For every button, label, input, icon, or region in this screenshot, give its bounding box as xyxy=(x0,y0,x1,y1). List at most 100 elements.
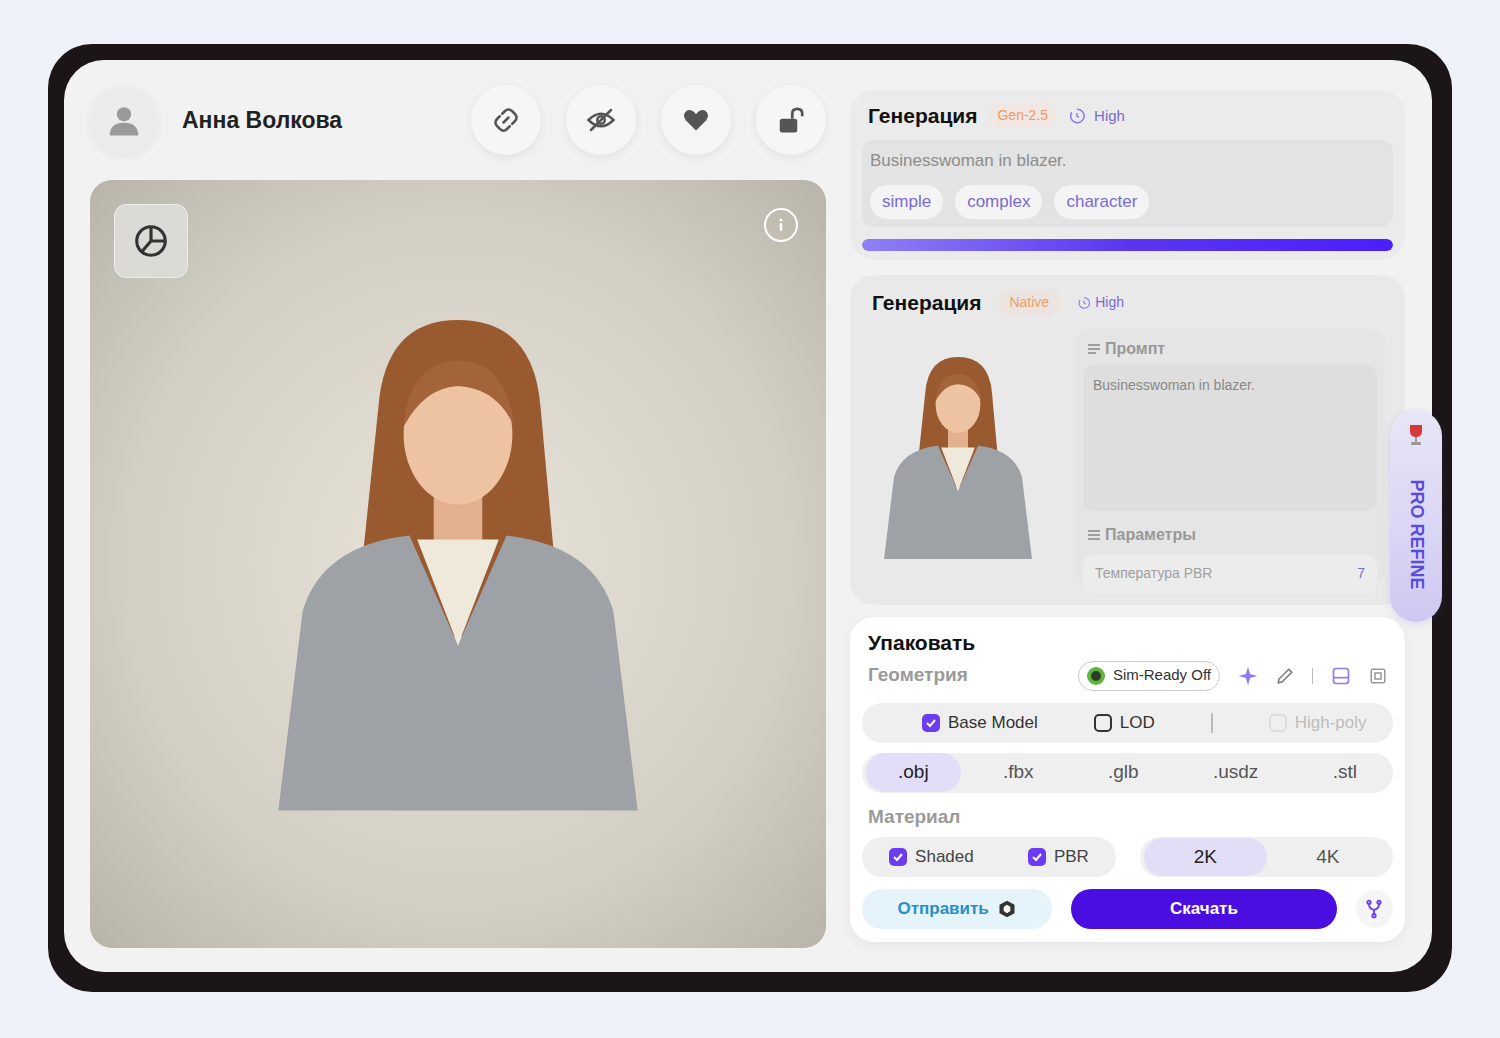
prompt-chip[interactable]: character xyxy=(1054,185,1149,219)
sliders-icon xyxy=(1087,528,1101,542)
right-column: Генерация Gen-2.5 High Businesswoman in bla… xyxy=(850,85,1405,972)
sim-ready-toggle[interactable]: Sim-Ready Off xyxy=(1078,661,1220,691)
geometry-label: Геометрия xyxy=(868,661,968,690)
info-button[interactable] xyxy=(764,208,798,242)
geometry-tools xyxy=(1238,666,1387,686)
pro-refine-label-wrap: PRO REFINE xyxy=(1361,446,1471,622)
prompt-box[interactable]: Businesswoman in blazer. simple complex cha… xyxy=(862,140,1393,227)
geometry-option-label: High-poly xyxy=(1295,710,1367,736)
checkbox[interactable] xyxy=(889,848,907,866)
prompt-chip[interactable]: simple xyxy=(870,185,943,219)
info-icon xyxy=(773,217,789,233)
material-option[interactable]: PBR xyxy=(1028,844,1089,870)
format-option[interactable]: .obj xyxy=(866,753,961,792)
progress-track xyxy=(862,239,1393,251)
favorite-button[interactable] xyxy=(661,85,731,155)
model-badge[interactable]: Gen-2.5 xyxy=(989,103,1056,128)
header: Анна Волкова xyxy=(90,85,826,155)
pie-icon xyxy=(132,222,170,260)
checkbox[interactable] xyxy=(1028,848,1046,866)
format-options: .obj .fbx .glb .usdz .stl xyxy=(862,753,1393,793)
native-quality[interactable]: High xyxy=(1077,292,1124,313)
eye-off-button[interactable] xyxy=(566,85,636,155)
clock-icon xyxy=(1077,296,1091,310)
format-option[interactable]: .stl xyxy=(1301,753,1389,792)
user-name: Анна Волкова xyxy=(182,103,342,138)
native-header: ГенерацияNativeHigh xyxy=(860,287,1395,319)
resolution-option[interactable]: 2K xyxy=(1144,838,1267,877)
eye-off-icon xyxy=(586,105,616,135)
branch-icon xyxy=(1364,899,1384,919)
prompt-panel: Промпт Businesswoman in blazer. Параметры Т… xyxy=(1075,329,1385,584)
geometry-options: Base Model LOD High-poly xyxy=(862,703,1393,743)
sparkle-icon[interactable] xyxy=(1238,666,1258,686)
material-option-label: Shaded xyxy=(915,844,974,870)
format-option[interactable]: .usdz xyxy=(1181,753,1290,792)
heart-icon xyxy=(682,106,710,134)
portrait-figure xyxy=(878,357,1038,565)
view-mode-button[interactable] xyxy=(114,204,188,278)
layers-icon[interactable] xyxy=(1331,666,1351,686)
progress-fill xyxy=(862,239,1393,251)
pack-title: Упаковать xyxy=(862,627,1393,659)
prompt-chip[interactable]: complex xyxy=(955,185,1042,219)
pro-refine-tab[interactable]: PRO REFINE xyxy=(1390,410,1442,622)
geometry-option[interactable]: High-poly xyxy=(1269,710,1367,736)
pack-card: УпаковатьГеометрия Sim-Ready Off Base Mode… xyxy=(850,617,1405,942)
toolbar xyxy=(471,85,826,155)
native-quality-label: High xyxy=(1095,292,1124,313)
unlock-icon xyxy=(776,105,806,135)
prompt-label: Промпт xyxy=(1105,337,1165,361)
divider xyxy=(1312,668,1313,684)
generation-title: Генерация xyxy=(868,100,977,132)
geometry-option[interactable]: LOD xyxy=(1094,710,1155,736)
sim-ready-label: Sim-Ready Off xyxy=(1113,664,1211,687)
lock-button[interactable] xyxy=(756,85,826,155)
resolution-options: 2K4K xyxy=(1140,837,1393,877)
checkbox[interactable] xyxy=(1094,714,1112,732)
device-frame: Анна Волкова Генерация Gen-2.5 High Business… xyxy=(48,44,1452,992)
geometry-header: Геометрия Sim-Ready Off xyxy=(862,661,1393,691)
quality-label[interactable]: High xyxy=(1094,105,1125,128)
material-options: Shaded PBR xyxy=(862,837,1116,877)
generation-header: Генерация Gen-2.5 High xyxy=(862,100,1393,132)
avatar[interactable] xyxy=(90,86,158,154)
params-label-row: Параметры xyxy=(1075,523,1385,547)
fork-button[interactable] xyxy=(1356,890,1393,928)
checkbox[interactable] xyxy=(1269,714,1287,732)
checkbox[interactable] xyxy=(922,714,940,732)
link-button[interactable] xyxy=(471,85,541,155)
thumbnail[interactable] xyxy=(860,329,1055,569)
download-button[interactable]: Скачать xyxy=(1071,889,1336,929)
material-option[interactable]: Shaded xyxy=(889,844,974,870)
geometry-option[interactable]: Base Model xyxy=(922,710,1038,736)
divider xyxy=(1211,713,1213,733)
download-label: Скачать xyxy=(1170,896,1238,922)
param-row[interactable]: Температура PBR7 xyxy=(1083,555,1377,593)
pro-refine-label: PRO REFINE xyxy=(1403,479,1430,589)
prompt-label-row: Промпт xyxy=(1075,337,1385,361)
clock-icon xyxy=(1068,107,1086,125)
left-column: Анна Волкова xyxy=(90,85,826,972)
pencil-icon[interactable] xyxy=(1276,667,1294,685)
action-row: Отправить Скачать xyxy=(862,889,1393,929)
model-viewport[interactable] xyxy=(90,180,826,948)
send-label: Отправить xyxy=(897,896,988,922)
param-label: Температура PBR xyxy=(1095,563,1212,584)
prompt-text: Businesswoman in blazer. xyxy=(870,148,1385,174)
resolution-option[interactable]: 4K xyxy=(1267,838,1390,877)
link-icon xyxy=(491,105,521,135)
format-option[interactable]: .fbx xyxy=(971,753,1066,792)
native-prompt-text: Businesswoman in blazer. xyxy=(1093,377,1255,393)
format-option[interactable]: .glb xyxy=(1076,753,1171,792)
sim-ready-dot xyxy=(1087,667,1105,685)
material-row: Shaded PBR 2K4K xyxy=(862,837,1393,877)
native-prompt-box[interactable]: Businesswoman in blazer. xyxy=(1083,365,1377,511)
geometry-option-label: Base Model xyxy=(948,710,1038,736)
send-button[interactable]: Отправить xyxy=(862,889,1052,929)
native-body: Промпт Businesswoman in blazer. Параметры Т… xyxy=(860,329,1395,584)
portrait-figure xyxy=(258,320,658,825)
frame-icon[interactable] xyxy=(1369,667,1387,685)
material-option-label: PBR xyxy=(1054,844,1089,870)
native-badge[interactable]: Native xyxy=(997,290,1061,315)
